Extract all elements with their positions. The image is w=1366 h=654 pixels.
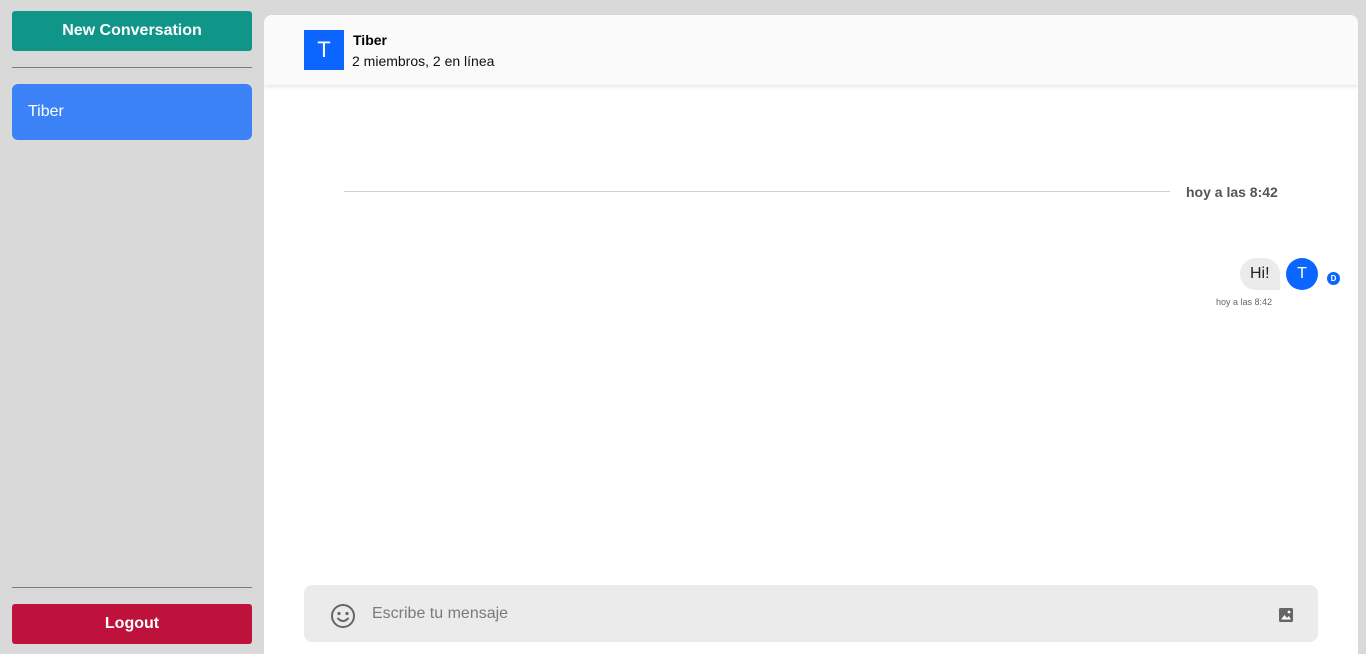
message-bubble[interactable]: Hi!: [1240, 258, 1280, 290]
sidebar-divider: [12, 587, 252, 588]
message-timestamp: hoy a las 8:42: [1216, 297, 1273, 307]
conversation-avatar: T: [304, 30, 344, 70]
message-avatar: T: [1286, 258, 1318, 290]
chat-header: T Tiber 2 miembros, 2 en línea: [264, 15, 1358, 85]
message-composer: [304, 585, 1318, 642]
conversation-title: Tiber: [353, 32, 387, 48]
new-conversation-button[interactable]: New Conversation: [12, 11, 252, 51]
conversation-item-tiber[interactable]: Tiber: [12, 84, 252, 140]
message-input[interactable]: [372, 595, 1252, 633]
date-divider-label: hoy a las 8:42: [1186, 184, 1278, 200]
chat-panel: T Tiber 2 miembros, 2 en línea hoy a las…: [264, 15, 1358, 654]
conversation-members-status: 2 miembros, 2 en línea: [352, 53, 495, 69]
image-icon[interactable]: [1278, 607, 1294, 623]
sidebar-divider: [12, 67, 252, 68]
logout-button[interactable]: Logout: [12, 604, 252, 644]
read-receipt-badge: D: [1326, 271, 1341, 286]
emoji-smile-icon[interactable]: [330, 603, 356, 629]
sidebar: New Conversation Tiber Logout: [0, 0, 264, 654]
date-divider-line: [344, 191, 1170, 192]
